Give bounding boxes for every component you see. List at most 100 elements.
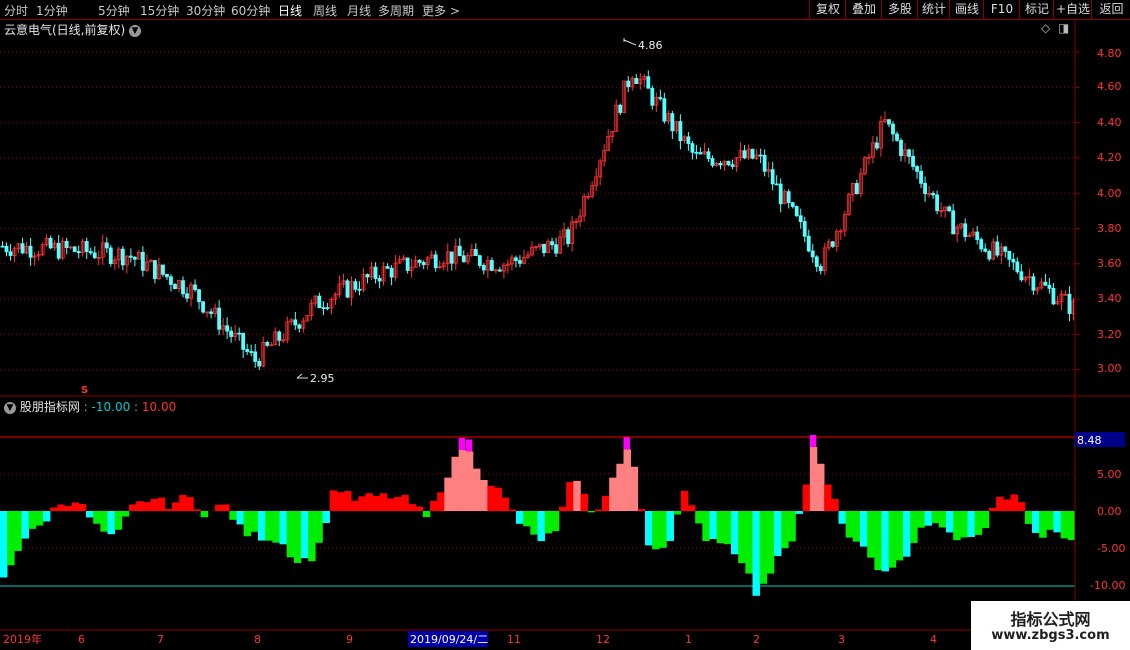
candle-body xyxy=(750,148,755,159)
candle-body xyxy=(642,76,647,80)
tool-button-mark[interactable]: 标记 xyxy=(1019,0,1054,19)
tool-button-stats[interactable]: 统计 xyxy=(917,0,950,19)
period-tab[interactable]: 更多 > xyxy=(422,2,460,19)
period-tab[interactable]: 日线 xyxy=(278,2,302,19)
period-tab[interactable]: 15分钟 xyxy=(140,2,179,19)
indicator-bar-negative xyxy=(544,511,553,534)
tool-button-add-watchlist[interactable]: +自选 xyxy=(1053,0,1092,19)
candle-body xyxy=(534,246,538,248)
tool-button-back[interactable]: 返回 xyxy=(1091,0,1130,19)
candle-body xyxy=(1015,261,1020,273)
candle-body xyxy=(714,162,719,166)
indicator-bar-negative xyxy=(946,511,954,533)
tool-button-draw[interactable]: 画线 xyxy=(949,0,984,19)
indicator-bar-negative xyxy=(895,511,904,561)
indicator-bar-negative xyxy=(200,511,209,518)
indicator-bar-positive xyxy=(623,449,631,511)
candle-body xyxy=(88,251,93,254)
candle-body xyxy=(437,266,442,269)
indicator-bar-positive xyxy=(480,479,488,511)
indicator-bar-positive xyxy=(437,492,445,511)
candle-body xyxy=(225,325,230,332)
candle-body xyxy=(221,325,226,330)
indicator-spike xyxy=(465,439,473,452)
candle-body xyxy=(562,229,566,238)
candle-body xyxy=(329,298,334,309)
indicator-bar-negative xyxy=(537,511,545,542)
candle-body xyxy=(686,136,691,145)
panel-toggle-icon[interactable]: ◨ xyxy=(1058,21,1069,35)
candle-body xyxy=(971,231,976,236)
period-tab[interactable]: 60分钟 xyxy=(231,2,270,19)
indicator-bar-positive xyxy=(630,466,639,511)
period-tab[interactable]: 30分钟 xyxy=(186,2,225,19)
candle-body xyxy=(493,269,498,272)
indicator-bar-positive xyxy=(1017,502,1026,511)
tool-button-f10[interactable]: F10 xyxy=(983,0,1020,19)
candle-body xyxy=(810,250,815,258)
indicator-bar-negative xyxy=(530,511,538,535)
tool-button-multi-stock[interactable]: 多股 xyxy=(881,0,918,19)
candle-body xyxy=(241,332,246,350)
indicator-bar-negative xyxy=(1046,511,1054,530)
candle-body xyxy=(393,262,398,278)
indicator-bar-positive xyxy=(222,504,230,511)
candle-body xyxy=(217,307,222,330)
indicator-bar-negative xyxy=(860,511,868,547)
high-label: 4.86 xyxy=(638,39,663,52)
chevron-down-icon[interactable]: ▼ xyxy=(129,24,142,37)
period-tab[interactable]: 5分钟 xyxy=(98,2,130,19)
candle-body xyxy=(485,260,490,271)
candle-body xyxy=(245,349,250,352)
candle-body xyxy=(177,280,181,290)
indicator-bar-negative xyxy=(100,511,108,532)
candle-body xyxy=(778,183,783,205)
candle-body xyxy=(550,241,554,246)
candle-body xyxy=(461,255,466,263)
tool-button-fuquan[interactable]: 复权 xyxy=(809,0,846,19)
candle-body xyxy=(169,276,173,285)
indicator-bar-negative xyxy=(243,511,252,537)
period-tab[interactable]: 分时 xyxy=(4,2,28,19)
period-tab[interactable]: 周线 xyxy=(313,2,337,19)
period-tab[interactable]: 1分钟 xyxy=(36,2,68,19)
candle-body xyxy=(931,192,935,196)
diamond-icon[interactable]: ◇ xyxy=(1041,21,1050,35)
chevron-down-icon[interactable]: ▼ xyxy=(4,401,16,414)
indicator-bar-negative xyxy=(93,511,101,524)
candle-body xyxy=(1067,293,1072,314)
candle-body xyxy=(104,242,109,249)
candle-body xyxy=(473,249,478,257)
indicator-bar-negative xyxy=(645,511,653,546)
indicator-bar-negative xyxy=(695,511,703,524)
indicator-bar-negative xyxy=(293,511,302,563)
indicator-label: 5.00 xyxy=(1097,468,1122,481)
price-label: 4.20 xyxy=(1097,151,1122,164)
candle-body xyxy=(1047,284,1052,289)
candle-body xyxy=(24,245,29,254)
candle-body xyxy=(413,259,418,268)
candle-body xyxy=(1023,276,1028,281)
indicator-spike xyxy=(623,437,630,450)
indicator-bar-positive xyxy=(365,493,373,511)
indicator-bar-positive xyxy=(817,463,825,511)
candle-body xyxy=(706,151,711,159)
indicator-bar-negative xyxy=(759,511,768,584)
period-tab[interactable]: 月线 xyxy=(347,2,371,19)
indicator-bar-positive xyxy=(831,499,839,511)
candle-body xyxy=(1007,250,1012,260)
indicator-bar-negative xyxy=(43,511,51,522)
candle-body xyxy=(136,251,141,260)
indicator-bar-negative xyxy=(308,511,316,562)
candle-body xyxy=(16,243,21,250)
candle-body xyxy=(197,289,201,303)
candle-body xyxy=(1035,287,1040,291)
low-marker xyxy=(296,373,308,379)
indicator-bar-negative xyxy=(766,511,775,574)
candle-body xyxy=(56,242,61,259)
indicator-max: 10.00 xyxy=(141,400,177,414)
candle-body xyxy=(365,274,370,278)
indicator-bar-negative xyxy=(86,511,94,518)
tool-button-overlay[interactable]: 叠加 xyxy=(845,0,882,19)
period-tab[interactable]: 多周期 xyxy=(378,2,414,19)
